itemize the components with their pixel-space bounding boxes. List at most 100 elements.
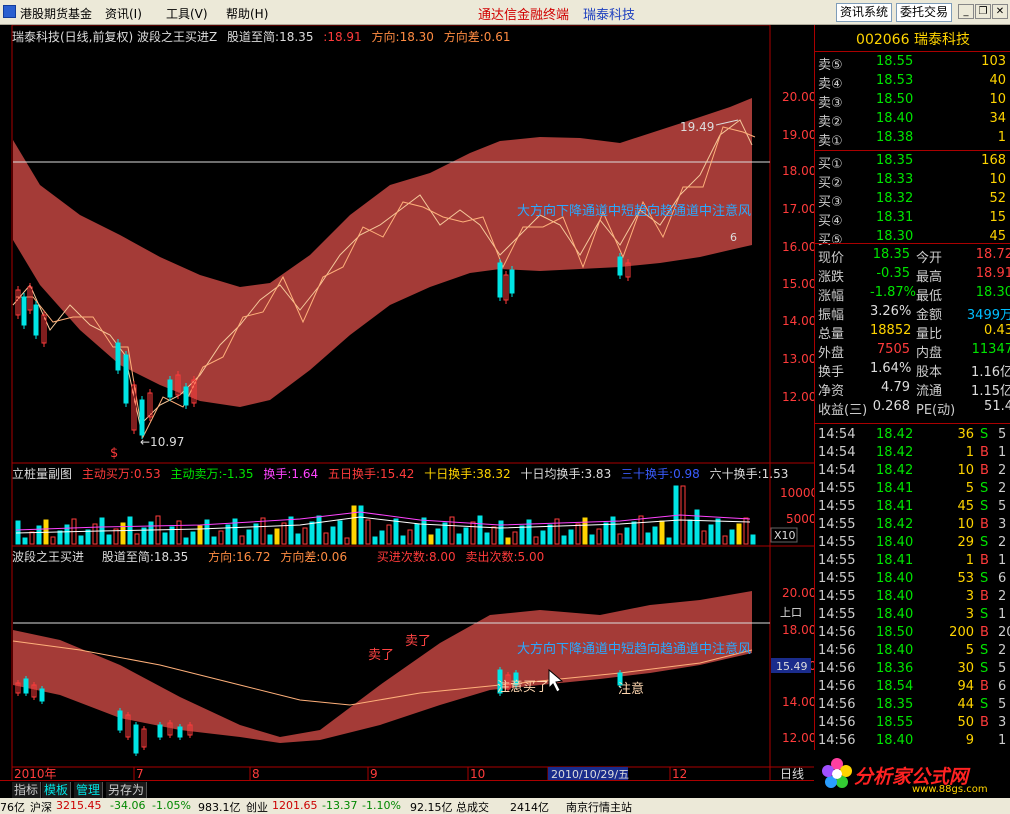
sell-level-row: 卖② 18.40 34 xyxy=(818,111,1008,130)
tick-row[interactable]: 14:54 18.42 10 B 2 xyxy=(818,463,1008,481)
stat-value: -1.87% xyxy=(870,285,916,300)
stat-value: 7505 xyxy=(876,342,910,357)
volume-bar xyxy=(596,528,602,545)
x-axis-label: 8 xyxy=(252,767,260,780)
tick-price: 18.40 xyxy=(876,733,914,748)
sell-level-price: 18.50 xyxy=(876,92,914,107)
buy-level-row: 买② 18.33 10 xyxy=(818,172,1008,191)
tick-row[interactable]: 14:55 18.40 53 S 6 xyxy=(818,571,1008,589)
volume-bar xyxy=(274,528,280,545)
stat-value: 3.26% xyxy=(870,304,912,319)
tick-row[interactable]: 14:55 18.40 3 B 2 xyxy=(818,589,1008,607)
candle-body xyxy=(117,710,123,731)
tick-row[interactable]: 14:55 18.42 10 B 3 xyxy=(818,517,1008,535)
chart-area[interactable]: 20.00 19.00 18.00 17.00 16.00 15.00 14.00 13.00… xyxy=(0,25,814,780)
tick-row[interactable]: 14:56 18.40 5 S 2 xyxy=(818,643,1008,661)
f1-value: 18.35 xyxy=(279,30,314,44)
vol-b-value: -1.35 xyxy=(222,467,254,481)
tick-row[interactable]: 14:55 18.41 1 B 1 xyxy=(818,553,1008,571)
stat-label: 今开 xyxy=(916,251,943,266)
side-tag-label: 上口 xyxy=(780,606,802,619)
tick-row[interactable]: 14:56 18.35 44 S 5 xyxy=(818,697,1008,715)
volume-bar xyxy=(211,536,217,545)
volume-bar xyxy=(708,524,714,545)
tick-row[interactable]: 14:55 18.40 3 S 1 xyxy=(818,607,1008,625)
vol-f-label: 十日均换手: xyxy=(520,467,585,481)
kline-canvas[interactable]: 20.00 19.00 18.00 17.00 16.00 15.00 14.00 13.00… xyxy=(0,25,814,780)
tick-time: 14:54 xyxy=(818,427,856,442)
buy-level-label: 买① xyxy=(818,157,843,172)
tab-template[interactable]: 模板 xyxy=(42,782,72,798)
volume-bar xyxy=(701,530,707,545)
sell-level-volume: 10 xyxy=(989,92,1006,107)
tick-row[interactable]: 14:55 18.41 45 S 5 xyxy=(818,499,1008,517)
volume-bar xyxy=(330,526,336,545)
tick-row[interactable]: 14:56 18.36 30 S 5 xyxy=(818,661,1008,679)
sell-level-row: 卖① 18.38 1 xyxy=(818,130,1008,149)
tick-row[interactable]: 14:56 18.54 94 B 6 xyxy=(818,679,1008,697)
tick-time: 14:55 xyxy=(818,535,856,550)
close-icon[interactable]: ✕ xyxy=(992,4,1008,19)
tick-volume: 1 xyxy=(965,553,974,568)
news-system-button[interactable]: 资讯系统 xyxy=(836,3,893,22)
tick-count: 6 xyxy=(998,571,1007,586)
tick-row[interactable]: 14:56 18.55 50 B 3 xyxy=(818,715,1008,733)
tab-save-as[interactable]: 另存为 xyxy=(106,782,148,798)
vol-d-value: 15.42 xyxy=(380,467,415,481)
menu-news[interactable]: 资讯(I) xyxy=(105,5,142,22)
restore-icon[interactable]: ❐ xyxy=(975,4,991,19)
tick-row[interactable]: 14:54 18.42 36 S 5 xyxy=(818,427,1008,445)
tick-side: S xyxy=(980,697,989,712)
tick-time: 14:55 xyxy=(818,481,856,496)
buy-level-row: 买④ 18.31 15 xyxy=(818,210,1008,229)
volume-bar xyxy=(477,515,483,545)
tick-price: 18.40 xyxy=(876,535,914,550)
sell-level-price: 18.38 xyxy=(876,130,914,145)
menu-help[interactable]: 帮助(H) xyxy=(226,5,268,22)
divider xyxy=(815,423,1010,424)
tick-side: S xyxy=(980,427,989,442)
tick-row[interactable]: 14:56 18.40 9 1 xyxy=(818,733,1008,751)
candle-body xyxy=(617,256,623,276)
sub-a-value: 18.35 xyxy=(153,550,189,564)
vol-c-value: 1.64 xyxy=(291,467,319,481)
volume-bar xyxy=(246,529,252,545)
tick-time: 14:55 xyxy=(818,607,856,622)
tick-row[interactable]: 14:56 18.50 200 B 20 xyxy=(818,625,1010,643)
trade-button[interactable]: 委托交易 xyxy=(896,3,953,22)
tick-time: 14:54 xyxy=(818,445,856,460)
tick-time: 14:56 xyxy=(818,733,856,748)
f4-value: 0.61 xyxy=(483,30,511,44)
price-axis-label: 14.00 xyxy=(782,314,814,328)
stat-value: -0.35 xyxy=(876,266,910,281)
tick-count: 2 xyxy=(998,589,1007,604)
tick-row[interactable]: 14:55 18.41 5 S 2 xyxy=(818,481,1008,499)
tick-volume: 29 xyxy=(957,535,974,550)
tick-side: B xyxy=(980,517,989,532)
stat-value: 0.268 xyxy=(872,399,910,414)
stat-value: 1.15亿 xyxy=(971,384,1010,399)
volume-bar xyxy=(470,521,476,545)
tick-row[interactable]: 14:54 18.42 1 B 1 xyxy=(818,445,1008,463)
tick-row[interactable]: 14:55 18.40 29 S 2 xyxy=(818,535,1008,553)
tick-volume: 53 xyxy=(957,571,974,586)
menu-tools[interactable]: 工具(V) xyxy=(166,5,208,22)
app-icon[interactable] xyxy=(3,5,16,18)
tick-price: 18.50 xyxy=(876,625,914,640)
volume-bar xyxy=(729,529,735,545)
volume-bar xyxy=(631,521,637,545)
tick-count: 2 xyxy=(998,535,1007,550)
tab-indicator[interactable]: 指标 xyxy=(12,782,42,798)
tick-volume: 5 xyxy=(965,643,974,658)
tick-side: S xyxy=(980,643,989,658)
volume-bar xyxy=(239,535,245,545)
candle-body xyxy=(497,262,503,298)
minimize-icon[interactable]: _ xyxy=(958,4,974,19)
buy-signal-text: 注意买了 xyxy=(497,679,549,695)
menu-hk-futures[interactable]: 港股期货基金 xyxy=(20,5,92,22)
volume-bar xyxy=(715,518,721,545)
tab-manage[interactable]: 管理 xyxy=(74,782,104,798)
axis-small-tag: 6 xyxy=(730,231,737,244)
status-server[interactable]: 南京行情主站 xyxy=(566,799,632,814)
sell-level-row: 卖③ 18.50 10 xyxy=(818,92,1008,111)
